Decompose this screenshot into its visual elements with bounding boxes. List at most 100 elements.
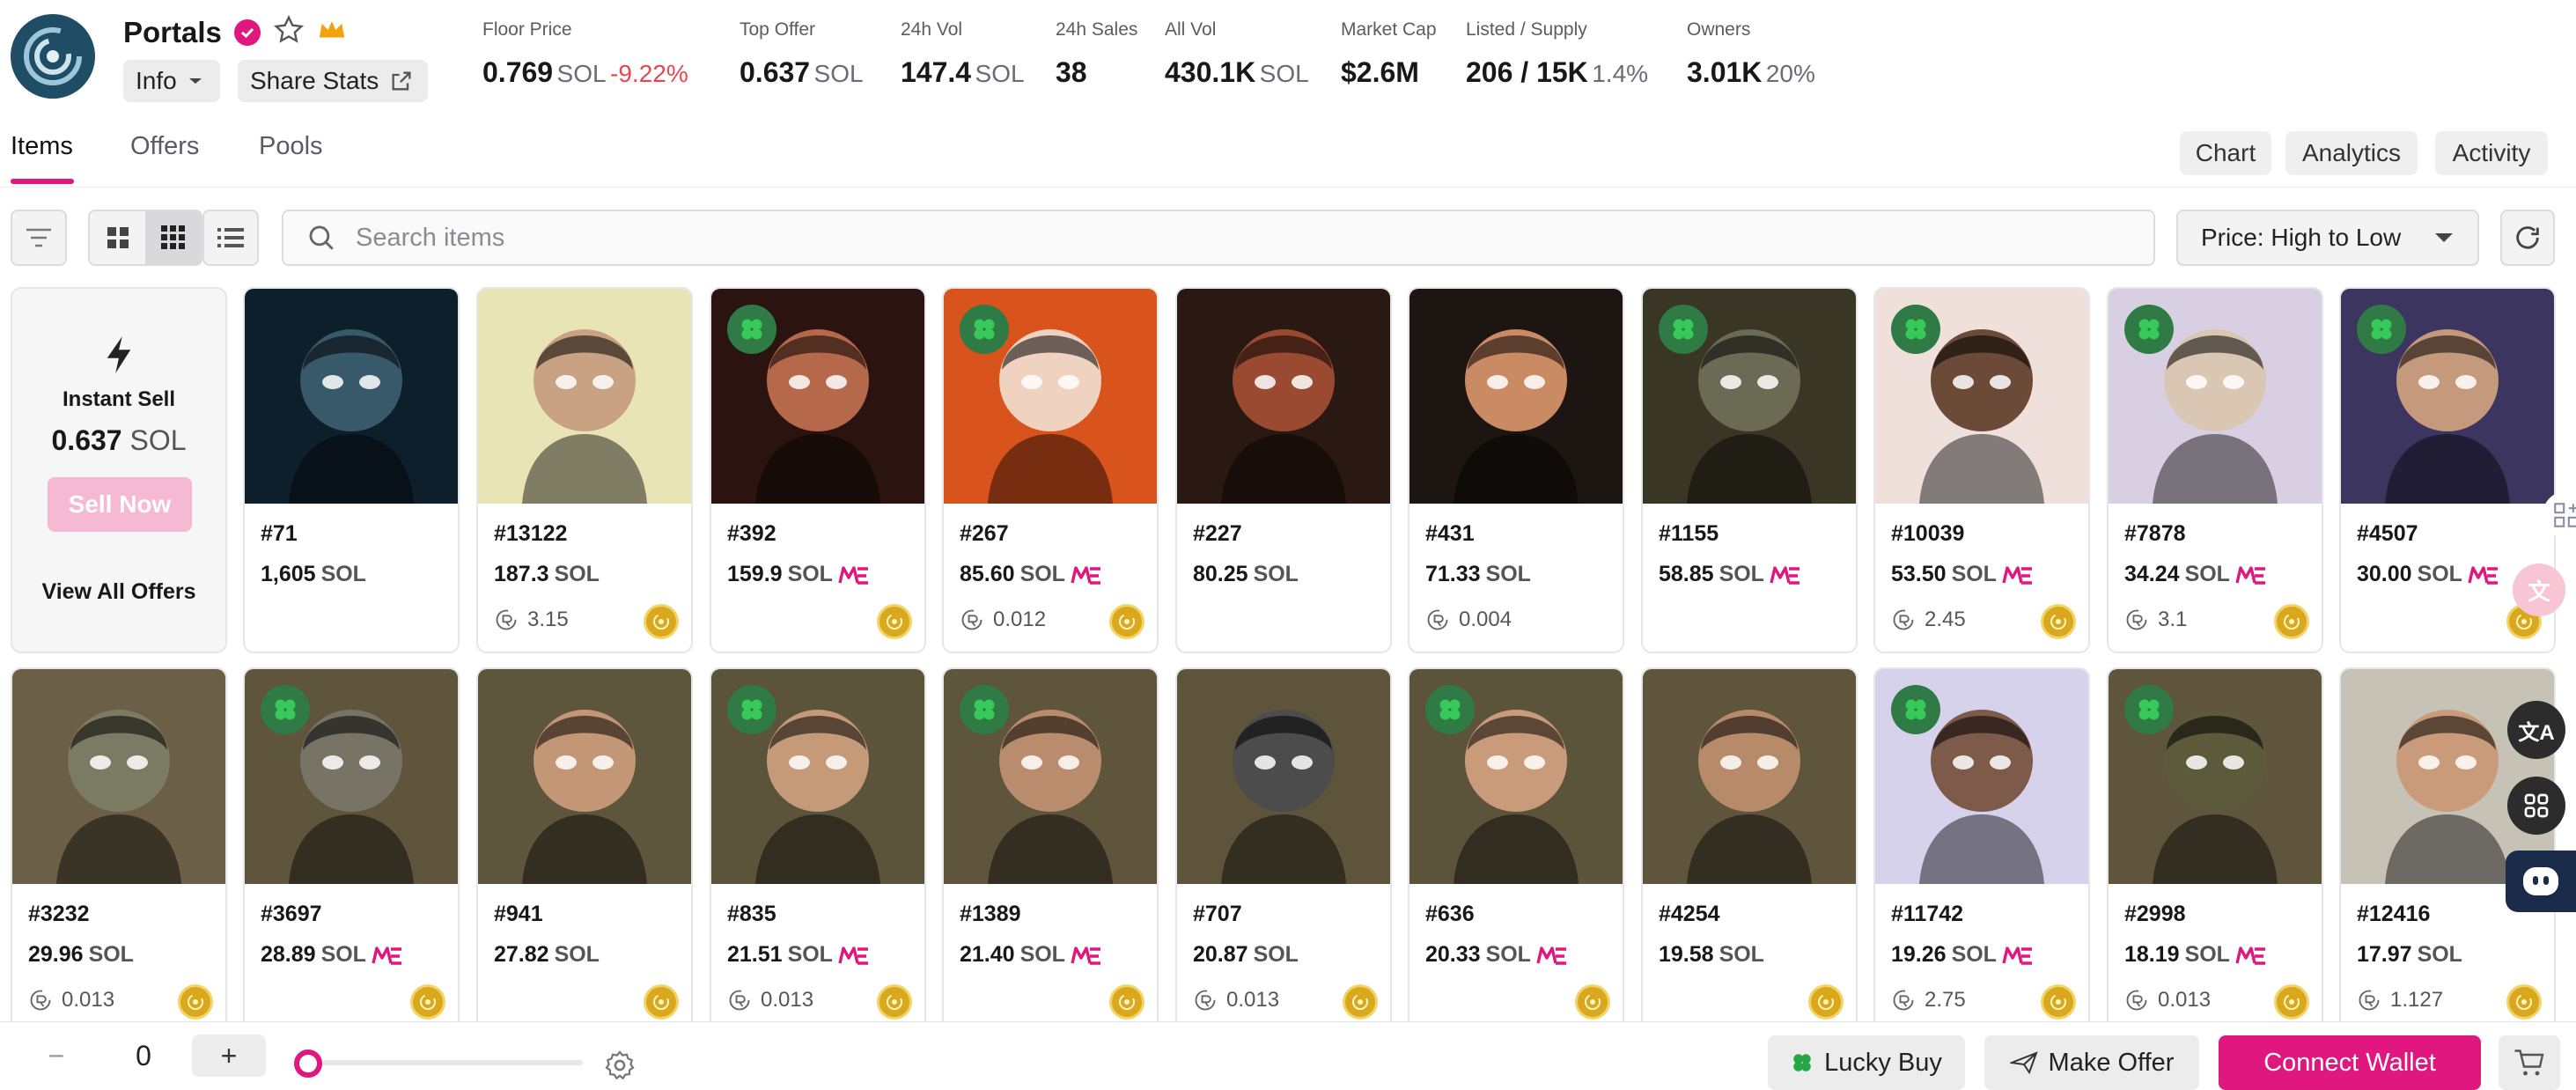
- clover-icon: [1793, 1054, 1811, 1072]
- settings-icon[interactable]: [600, 1046, 639, 1085]
- info-label: Info: [136, 67, 177, 94]
- star-icon[interactable]: [273, 14, 305, 50]
- nft-image: [478, 669, 691, 884]
- stat-label: Listed / Supply: [1466, 19, 1587, 40]
- nft-image: [12, 669, 225, 884]
- coin-icon: [410, 984, 445, 1020]
- quantity-plus-button[interactable]: +: [192, 1035, 266, 1077]
- sort-label: Price: High to Low: [2201, 224, 2402, 251]
- magic-eden-icon: [2235, 565, 2265, 585]
- lucky-buy-button[interactable]: Lucky Buy: [1768, 1035, 1965, 1090]
- nft-price-value: 20.33: [1425, 942, 1481, 967]
- coin-icon: [644, 984, 679, 1020]
- coin-icon: [1343, 984, 1378, 1020]
- share-stats-button[interactable]: Share Stats: [238, 60, 428, 102]
- activity-button[interactable]: Activity: [2435, 131, 2548, 175]
- view-all-offers-link[interactable]: View All Offers: [12, 579, 225, 605]
- nft-card[interactable]: #3232 29.96 SOL 0.013: [11, 667, 227, 1034]
- cart-icon: [2514, 1049, 2544, 1076]
- quantity-slider-track[interactable]: [305, 1060, 583, 1065]
- translate-icon[interactable]: 文: [2513, 563, 2565, 616]
- clover-icon: [2124, 305, 2174, 354]
- nft-card[interactable]: #71 1,605 SOL: [243, 287, 460, 653]
- nft-card[interactable]: #227 80.25 SOL: [1175, 287, 1392, 653]
- nft-price-unit: SOL: [2184, 942, 2230, 967]
- quantity-minus-button[interactable]: −: [12, 1035, 100, 1077]
- grid-large-view-button[interactable]: [90, 211, 145, 264]
- quantity-slider-handle[interactable]: [294, 1049, 322, 1078]
- magic-eden-icon: [1071, 565, 1100, 585]
- nft-name: #392: [727, 521, 776, 546]
- quantity-value[interactable]: 0: [104, 1035, 183, 1077]
- stat-change: -9.22%: [610, 60, 688, 87]
- nft-royalty: 0.004: [1425, 608, 1512, 632]
- analytics-button[interactable]: Analytics: [2285, 131, 2418, 175]
- nft-royalty-value: 3.15: [527, 608, 569, 631]
- nft-card[interactable]: #3697 28.89 SOL: [243, 667, 460, 1034]
- nft-card[interactable]: #2998 18.19 SOL 0.013: [2107, 667, 2323, 1034]
- tab-pools[interactable]: Pools: [259, 132, 323, 161]
- verified-icon: [233, 18, 261, 46]
- assistant-bot-icon[interactable]: [2506, 851, 2576, 912]
- nft-card[interactable]: #7878 34.24 SOL 3.1: [2107, 287, 2323, 653]
- coin-icon: [2041, 984, 2076, 1020]
- stat-market-cap: Market Cap $2.6M: [1341, 19, 1437, 89]
- stat-value: $2.6M: [1341, 56, 1419, 88]
- filter-button[interactable]: [11, 210, 67, 266]
- cart-button[interactable]: [2499, 1035, 2560, 1090]
- tab-offers[interactable]: Offers: [130, 132, 199, 161]
- magic-eden-icon: [1071, 946, 1100, 965]
- clover-icon: [1425, 685, 1475, 734]
- royalty-icon: [496, 609, 517, 630]
- magic-eden-icon: [838, 565, 868, 585]
- nft-price-unit: SOL: [2184, 562, 2230, 586]
- collection-logo: [11, 14, 95, 99]
- clover-icon: [727, 685, 776, 734]
- nft-card[interactable]: #267 85.60 SOL 0.012: [942, 287, 1159, 653]
- nft-price-unit: SOL: [1951, 562, 1997, 586]
- apps-icon[interactable]: [2507, 777, 2565, 835]
- connect-wallet-button[interactable]: Connect Wallet: [2219, 1035, 2481, 1090]
- nft-price-unit: SOL: [1485, 562, 1531, 586]
- info-button[interactable]: Info: [123, 60, 220, 102]
- translate-dark-icon[interactable]: 文A: [2507, 701, 2565, 759]
- nft-card[interactable]: #707 20.87 SOL 0.013: [1175, 667, 1392, 1034]
- chart-button[interactable]: Chart: [2180, 131, 2271, 175]
- nft-price: 34.24 SOL: [2124, 562, 2267, 587]
- search-input[interactable]: [356, 223, 2028, 253]
- nft-card[interactable]: #835 21.51 SOL 0.013: [710, 667, 926, 1034]
- nft-image: [1177, 669, 1390, 884]
- nft-card[interactable]: #10039 53.50 SOL 2.45: [1873, 287, 2090, 653]
- refresh-button[interactable]: [2500, 210, 2555, 266]
- sort-dropdown[interactable]: Price: High to Low: [2176, 210, 2479, 266]
- coin-icon: [2274, 984, 2309, 1020]
- nft-price-unit: SOL: [320, 562, 366, 586]
- nft-card[interactable]: #431 71.33 SOL 0.004: [1408, 287, 1624, 653]
- nft-card[interactable]: #636 20.33 SOL: [1408, 667, 1624, 1034]
- grid-small-view-button[interactable]: [145, 211, 201, 264]
- nft-card[interactable]: #4254 19.58 SOL: [1641, 667, 1858, 1034]
- nft-royalty: 3.1: [2124, 608, 2187, 632]
- tab-items[interactable]: Items: [11, 132, 73, 161]
- nft-name: #1155: [1659, 521, 1719, 546]
- nft-royalty-value: 0.004: [1459, 608, 1512, 631]
- stat-value: 206 / 15K: [1466, 56, 1588, 88]
- nft-name: #3697: [261, 902, 322, 926]
- make-offer-button[interactable]: Make Offer: [1984, 1035, 2199, 1090]
- instant-sell-amount: 0.637: [51, 424, 122, 456]
- royalty-icon: [729, 990, 750, 1011]
- nft-name: #3232: [28, 902, 90, 926]
- nft-card[interactable]: #941 27.82 SOL: [476, 667, 693, 1034]
- sell-now-button[interactable]: Sell Now: [48, 477, 192, 532]
- nft-card[interactable]: #1389 21.40 SOL: [942, 667, 1159, 1034]
- nft-card[interactable]: #392 159.9 SOL: [710, 287, 926, 653]
- lightning-icon: [107, 336, 131, 373]
- nft-royalty-value: 0.013: [2158, 988, 2212, 1012]
- nft-card[interactable]: #13122 187.3 SOL 3.15: [476, 287, 693, 653]
- list-view-button[interactable]: [202, 210, 259, 266]
- nft-royalty: 0.013: [1193, 988, 1279, 1013]
- nft-name: #267: [960, 521, 1009, 546]
- nft-price: 85.60 SOL: [960, 562, 1102, 587]
- nft-card[interactable]: #11742 19.26 SOL 2.75: [1873, 667, 2090, 1034]
- nft-card[interactable]: #1155 58.85 SOL: [1641, 287, 1858, 653]
